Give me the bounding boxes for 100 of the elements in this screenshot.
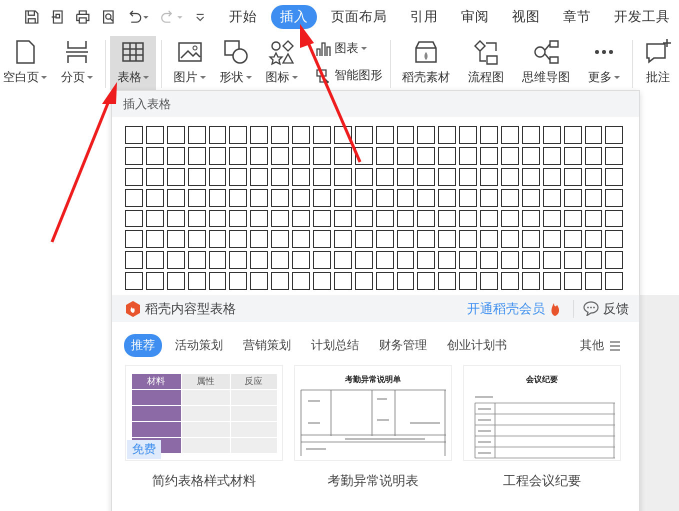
table-grid-cell[interactable] <box>229 126 248 144</box>
table-grid-cell[interactable] <box>522 230 540 248</box>
table-grid-cell[interactable] <box>376 210 394 228</box>
table-grid-cell[interactable] <box>522 210 540 228</box>
table-grid-cell[interactable] <box>166 230 185 248</box>
table-grid-cell[interactable] <box>584 146 602 165</box>
table-grid-cell[interactable] <box>354 251 373 270</box>
export-icon[interactable] <box>50 8 66 26</box>
table-grid-cell[interactable] <box>146 210 164 228</box>
table-grid-cell[interactable] <box>501 230 519 248</box>
table-grid-cell[interactable] <box>229 251 248 270</box>
table-grid-cell[interactable] <box>354 210 373 228</box>
table-grid-cell[interactable] <box>229 188 248 207</box>
table-grid-cell[interactable] <box>522 146 540 165</box>
category-tab[interactable]: 计划总结 <box>304 334 366 358</box>
table-grid-cell[interactable] <box>354 168 373 186</box>
ribbon-button[interactable]: 思维导图 <box>514 36 577 90</box>
table-grid-cell[interactable] <box>480 126 498 144</box>
table-grid-cell[interactable] <box>459 272 478 290</box>
more-categories-button[interactable]: 其他 <box>574 336 627 356</box>
table-grid-cell[interactable] <box>501 272 519 290</box>
table-grid-cell[interactable] <box>334 210 352 228</box>
table-grid-cell[interactable] <box>229 230 248 248</box>
table-grid-cell[interactable] <box>501 126 519 144</box>
table-grid-cell[interactable] <box>146 272 164 290</box>
table-grid-cell[interactable] <box>501 146 519 165</box>
table-grid-cell[interactable] <box>271 251 290 270</box>
table-grid-cell[interactable] <box>208 272 226 290</box>
table-grid-cell[interactable] <box>250 251 268 270</box>
table-grid-cell[interactable] <box>417 188 436 207</box>
table-grid-cell[interactable] <box>480 230 498 248</box>
table-grid-cell[interactable] <box>522 272 540 290</box>
table-grid-cell[interactable] <box>188 230 206 248</box>
table-grid-cell[interactable] <box>146 126 164 144</box>
ribbon-button[interactable]: 智能图形 <box>312 65 384 86</box>
table-grid-cell[interactable] <box>459 126 478 144</box>
table-grid-cell[interactable] <box>376 146 394 165</box>
table-grid-cell[interactable] <box>438 230 456 248</box>
table-grid-cell[interactable] <box>522 126 540 144</box>
table-grid-cell[interactable] <box>542 146 561 165</box>
table-grid-cell[interactable] <box>501 210 519 228</box>
table-grid-cell[interactable] <box>564 251 582 270</box>
ribbon-button[interactable]: 批注 <box>637 36 679 90</box>
table-grid-cell[interactable] <box>166 251 185 270</box>
table-grid-cell[interactable] <box>584 230 602 248</box>
table-grid-cell[interactable] <box>522 168 540 186</box>
table-grid-cell[interactable] <box>146 146 164 165</box>
table-grid-cell[interactable] <box>334 146 352 165</box>
table-grid-cell[interactable] <box>438 188 456 207</box>
table-grid-cell[interactable] <box>605 210 624 228</box>
table-grid-cell[interactable] <box>417 210 436 228</box>
table-grid-cell[interactable] <box>188 272 206 290</box>
menu-tab[interactable]: 章节 <box>554 4 600 28</box>
table-grid-cell[interactable] <box>208 168 226 186</box>
table-grid-cell[interactable] <box>292 272 310 290</box>
table-grid-cell[interactable] <box>396 210 414 228</box>
table-grid-cell[interactable] <box>542 126 561 144</box>
table-grid-cell[interactable] <box>480 251 498 270</box>
table-grid-cell[interactable] <box>480 210 498 228</box>
table-grid-cell[interactable] <box>376 251 394 270</box>
table-grid-cell[interactable] <box>605 126 624 144</box>
table-grid-cell[interactable] <box>250 188 268 207</box>
table-grid-cell[interactable] <box>459 230 478 248</box>
ribbon-button[interactable]: 流程图 <box>460 36 511 90</box>
table-grid-cell[interactable] <box>501 188 519 207</box>
table-grid-cell[interactable] <box>313 188 331 207</box>
table-grid-cell[interactable] <box>564 126 582 144</box>
table-grid-cell[interactable] <box>250 126 268 144</box>
table-grid-cell[interactable] <box>271 168 290 186</box>
table-grid-cell[interactable] <box>125 188 143 207</box>
table-grid-cell[interactable] <box>125 230 143 248</box>
table-grid-cell[interactable] <box>271 230 290 248</box>
menu-tab[interactable]: 开发工具 <box>605 4 679 28</box>
table-grid-cell[interactable] <box>459 168 478 186</box>
table-grid-cell[interactable] <box>438 126 456 144</box>
table-grid-cell[interactable] <box>438 168 456 186</box>
table-grid-cell[interactable] <box>605 251 624 270</box>
table-grid-cell[interactable] <box>396 251 414 270</box>
table-grid-cell[interactable] <box>166 272 185 290</box>
table-grid-cell[interactable] <box>584 210 602 228</box>
table-grid-cell[interactable] <box>188 210 206 228</box>
table-grid-cell[interactable] <box>208 251 226 270</box>
table-grid-cell[interactable] <box>354 272 373 290</box>
table-grid-cell[interactable] <box>292 146 310 165</box>
table-grid-cell[interactable] <box>459 188 478 207</box>
table-grid-cell[interactable] <box>584 188 602 207</box>
table-grid-cell[interactable] <box>229 210 248 228</box>
table-grid-cell[interactable] <box>250 230 268 248</box>
menu-tab[interactable]: 视图 <box>503 4 549 28</box>
table-grid-cell[interactable] <box>250 210 268 228</box>
table-grid-cell[interactable] <box>564 168 582 186</box>
table-grid-cell[interactable] <box>480 188 498 207</box>
template-card[interactable]: 考勤异常说明单 <box>294 365 452 462</box>
table-grid-cell[interactable] <box>334 272 352 290</box>
table-grid-cell[interactable] <box>396 168 414 186</box>
category-tab[interactable]: 营销策划 <box>236 334 298 358</box>
table-grid-cell[interactable] <box>229 146 248 165</box>
table-grid-cell[interactable] <box>396 272 414 290</box>
table-grid-cell[interactable] <box>605 168 624 186</box>
table-grid-cell[interactable] <box>417 251 436 270</box>
